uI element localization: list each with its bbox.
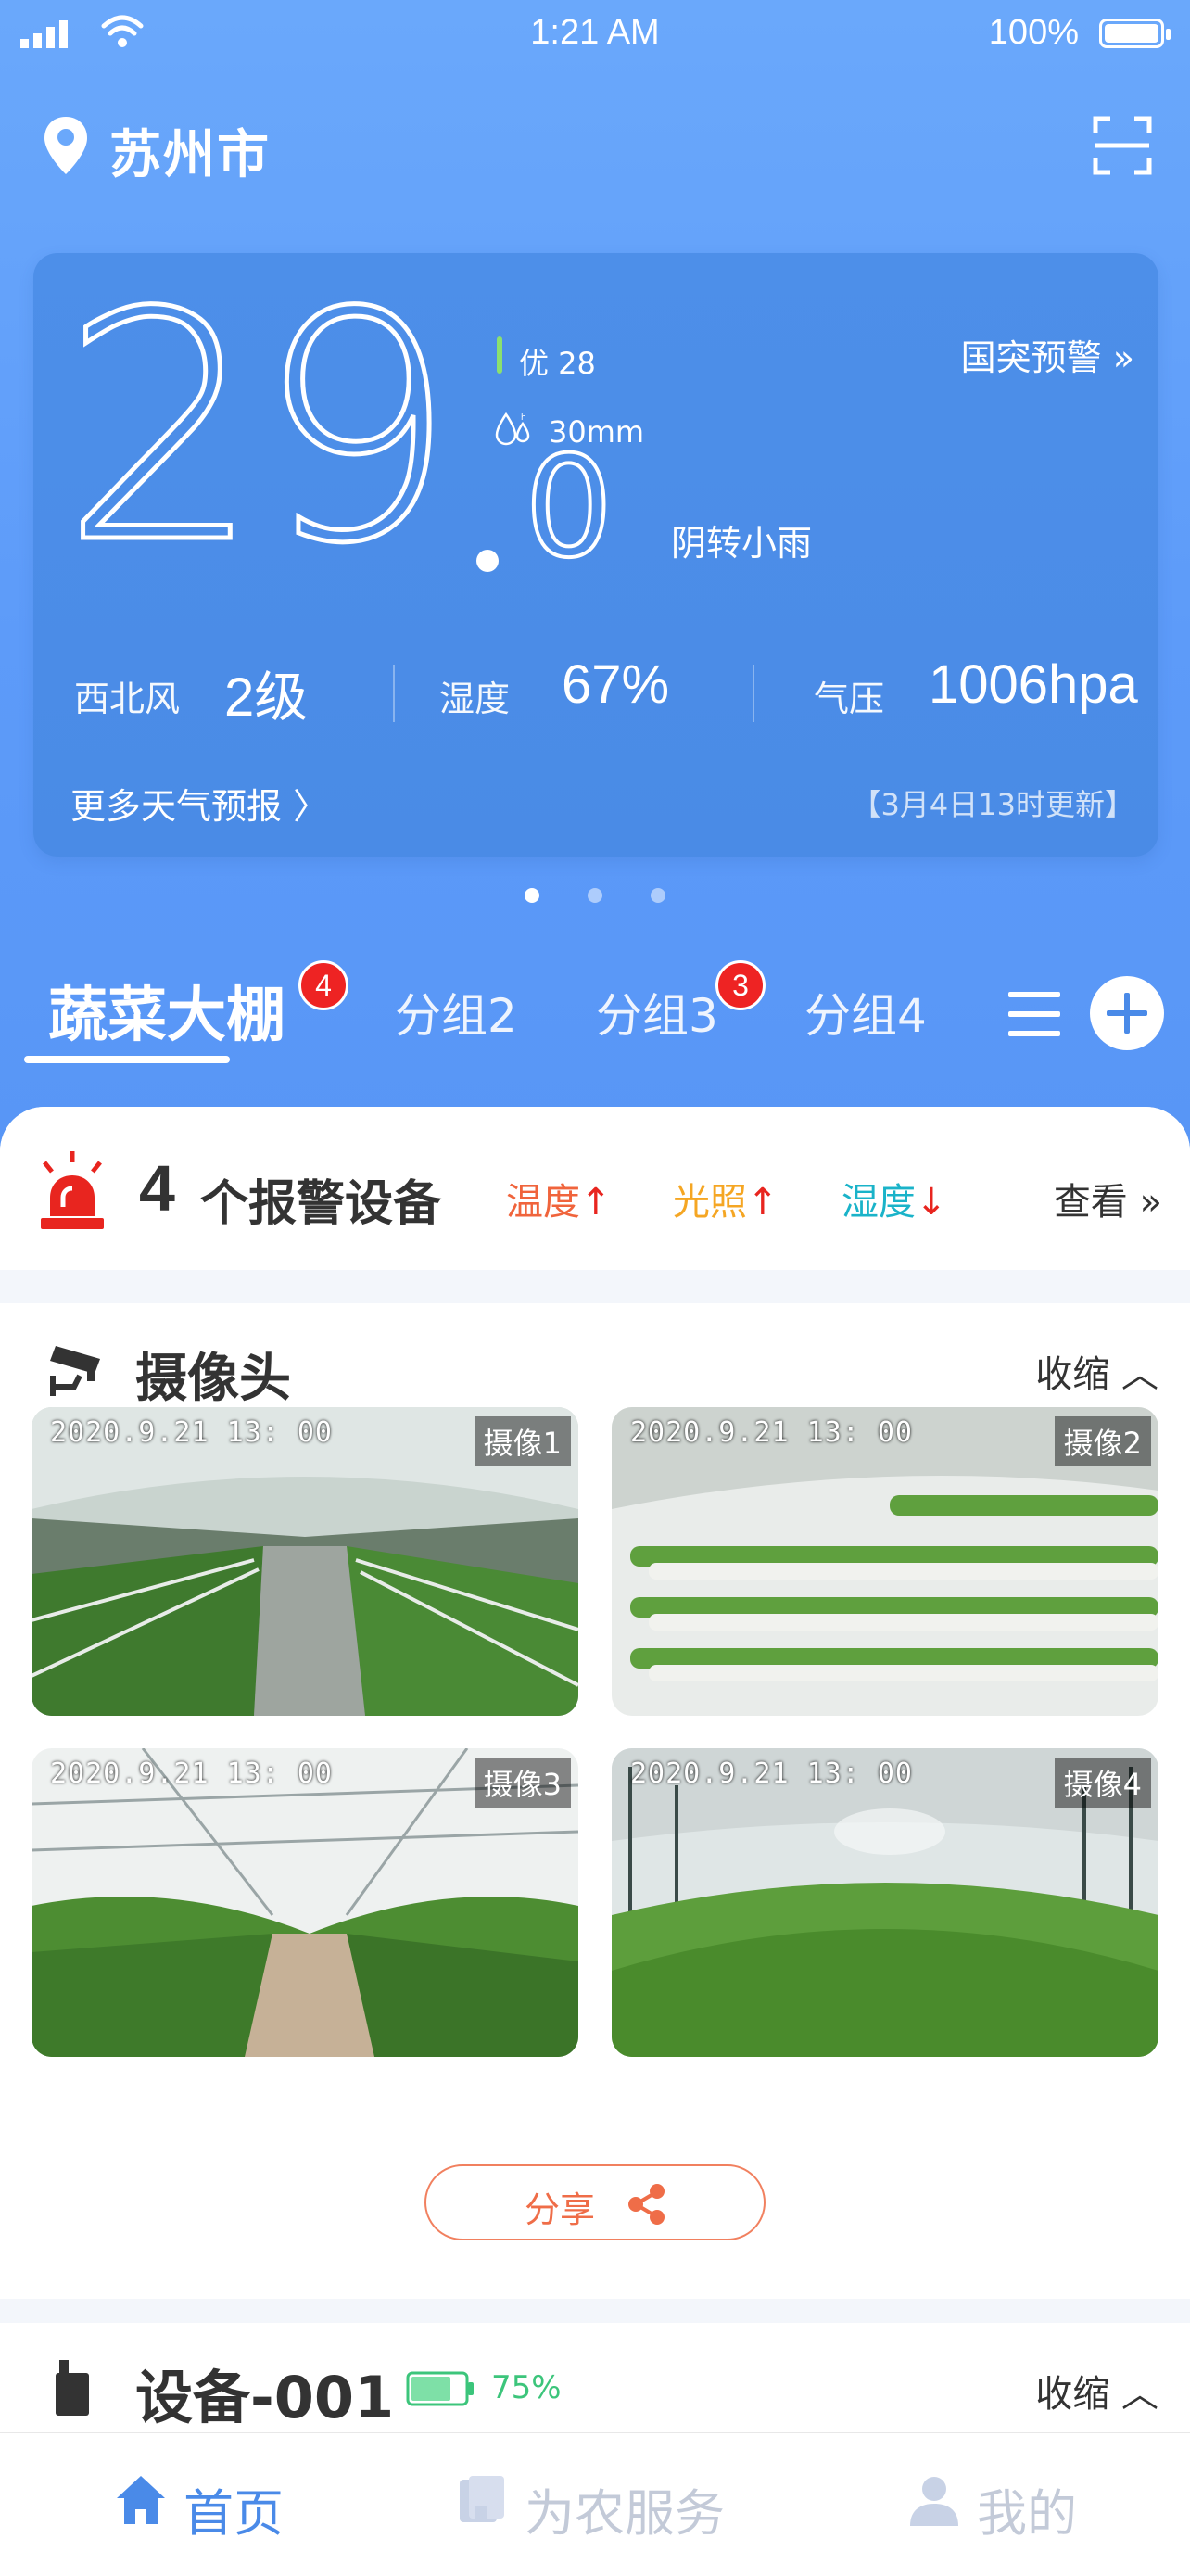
battery-percent: 75% [491, 2369, 562, 2406]
tab-group-4[interactable]: 分组4 [804, 979, 927, 1046]
alarm-tag-label: 温度 [506, 1181, 580, 1224]
home-icon [117, 2476, 165, 2524]
tab-badge: 4 [298, 960, 348, 1010]
carousel-dot[interactable] [588, 888, 602, 903]
battery-icon [1099, 19, 1171, 48]
device-title: 设备-001 [135, 2364, 395, 2431]
arrow-up-icon: ↑ [580, 1181, 612, 1224]
arrow-up-icon: ↑ [747, 1181, 779, 1224]
status-bar: 1:21 AM 100% [0, 0, 1190, 72]
alarm-bar[interactable]: 4 个报警设备 温度↑ 光照↑ 湿度↓ 查看 » [0, 1107, 1190, 1270]
tab-group-2[interactable]: 分组2 [395, 979, 517, 1046]
update-time: 【3月4日13时更新】 [851, 787, 1134, 822]
temperature-decimal-point [476, 550, 499, 572]
tab-group-3[interactable]: 分组3 [596, 979, 718, 1046]
camera-timestamp: 2020.9.21 13: 00 [50, 1416, 333, 1449]
svg-text:h: h [521, 413, 526, 423]
temperature-decimal: 0 [523, 427, 614, 589]
tab-vegetable-greenhouse[interactable]: 蔬菜大棚 [48, 968, 285, 1053]
alarm-tag-humidity: 湿度↓ [842, 1172, 947, 1225]
camera-label: 摄像1 [474, 1416, 571, 1466]
alarm-tag-label: 光照 [673, 1181, 747, 1224]
cctv-camera-icon [50, 1346, 100, 1396]
camera-timestamp: 2020.9.21 13: 00 [630, 1416, 913, 1449]
active-tab-underline [24, 1056, 230, 1063]
alarm-tag-label: 湿度 [842, 1181, 916, 1224]
group-tabs: 蔬菜大棚 4 分组2 分组3 3 分组4 [0, 960, 1190, 1081]
aqi-indicator [497, 336, 502, 374]
camera-timestamp: 2020.9.21 13: 00 [50, 1758, 333, 1790]
camera-feed-3[interactable]: 2020.9.21 13: 00 摄像3 [32, 1748, 578, 2057]
wind-label: 西北风 [74, 679, 181, 719]
stats-divider [753, 665, 754, 722]
menu-icon[interactable] [1006, 988, 1062, 1040]
camera-label: 摄像4 [1054, 1758, 1151, 1808]
plus-icon [1107, 993, 1147, 1034]
camera-label: 摄像2 [1054, 1416, 1151, 1466]
share-button[interactable]: 分享 [424, 2164, 766, 2240]
carousel-dot[interactable] [651, 888, 665, 903]
humidity-label: 湿度 [439, 679, 511, 719]
humidity-value: 67% [562, 654, 670, 715]
rainfall-value: 30mm [549, 414, 645, 450]
location-pin-icon [44, 117, 87, 174]
collapse-toggle[interactable]: 收缩 ︿ [1035, 1344, 1158, 1398]
tab-label: 为农服务 [525, 2484, 725, 2543]
alarm-count: 4 [139, 1152, 175, 1225]
alarm-title: 个报警设备 [200, 1176, 442, 1232]
camera-section-title: 摄像头 [135, 1349, 291, 1409]
weather-condition: 阴转小雨 [671, 523, 813, 564]
pressure-label: 气压 [814, 679, 885, 719]
air-quality: 优 28 [519, 346, 596, 381]
carousel-dot-active[interactable] [525, 888, 539, 903]
user-icon [910, 2477, 958, 2526]
battery-level-icon [406, 2371, 474, 2406]
arrow-down-icon: ↓ [916, 1181, 947, 1224]
status-battery-percent: 100% [988, 13, 1079, 52]
more-forecast-link[interactable]: 更多天气预报 〉 [70, 778, 328, 829]
camera-feed-1[interactable]: 2020.9.21 13: 00 摄像1 [32, 1407, 578, 1716]
weather-card[interactable]: 29 0 优 28 h 30mm 阴转小雨 国突预警 » 西北风 2级 湿度 6… [33, 253, 1158, 857]
camera-label: 摄像3 [474, 1758, 571, 1808]
camera-timestamp: 2020.9.21 13: 00 [630, 1758, 913, 1790]
header: 苏州市 [0, 93, 1190, 204]
camera-section: 摄像头 收缩 ︿ 2020.9.21 13: 00 摄像1 2020.9.21 … [0, 1303, 1190, 2299]
bottom-tab-bar: 首页 为农服务 我的 [0, 2432, 1190, 2576]
alarm-view-link[interactable]: 查看 » [1054, 1172, 1162, 1225]
alarm-tag-light: 光照↑ [673, 1172, 779, 1225]
scan-icon[interactable] [1092, 115, 1153, 176]
tab-home[interactable]: 首页 [113, 2461, 317, 2543]
weather-stats: 西北风 2级 湿度 67% 气压 1006hpa [67, 652, 1142, 728]
weather-alert-link[interactable]: 国突预警 » [961, 329, 1134, 380]
alarm-tag-temperature: 温度↑ [506, 1172, 612, 1225]
rainfall-icon: h [495, 412, 530, 446]
tab-mine[interactable]: 我的 [906, 2461, 1110, 2543]
book-icon [460, 2476, 504, 2522]
add-group-button[interactable] [1090, 976, 1164, 1050]
pressure-value: 1006hpa [929, 654, 1138, 715]
carousel-indicator [0, 888, 1190, 907]
tab-label: 首页 [184, 2484, 284, 2543]
share-icon [628, 2184, 665, 2225]
city-name[interactable]: 苏州市 [109, 113, 271, 188]
stats-divider [393, 665, 395, 722]
tab-label: 我的 [977, 2484, 1077, 2543]
wind-value: 2级 [224, 667, 309, 728]
camera-feed-2[interactable]: 2020.9.21 13: 00 摄像2 [612, 1407, 1158, 1716]
collapse-toggle[interactable]: 收缩 ︿ [1035, 2364, 1158, 2417]
share-label: 分享 [525, 2189, 596, 2230]
camera-feed-4[interactable]: 2020.9.21 13: 00 摄像4 [612, 1748, 1158, 2057]
tab-farm-services[interactable]: 为农服务 [454, 2461, 751, 2543]
device-icon [56, 2360, 89, 2416]
alarm-siren-icon [41, 1151, 104, 1229]
content-sheet: 4 个报警设备 温度↑ 光照↑ 湿度↓ 查看 » 摄像头 收缩 ︿ 2020.9… [0, 1107, 1190, 2575]
tab-badge: 3 [715, 960, 766, 1010]
temperature-integer: 29 [59, 246, 460, 613]
